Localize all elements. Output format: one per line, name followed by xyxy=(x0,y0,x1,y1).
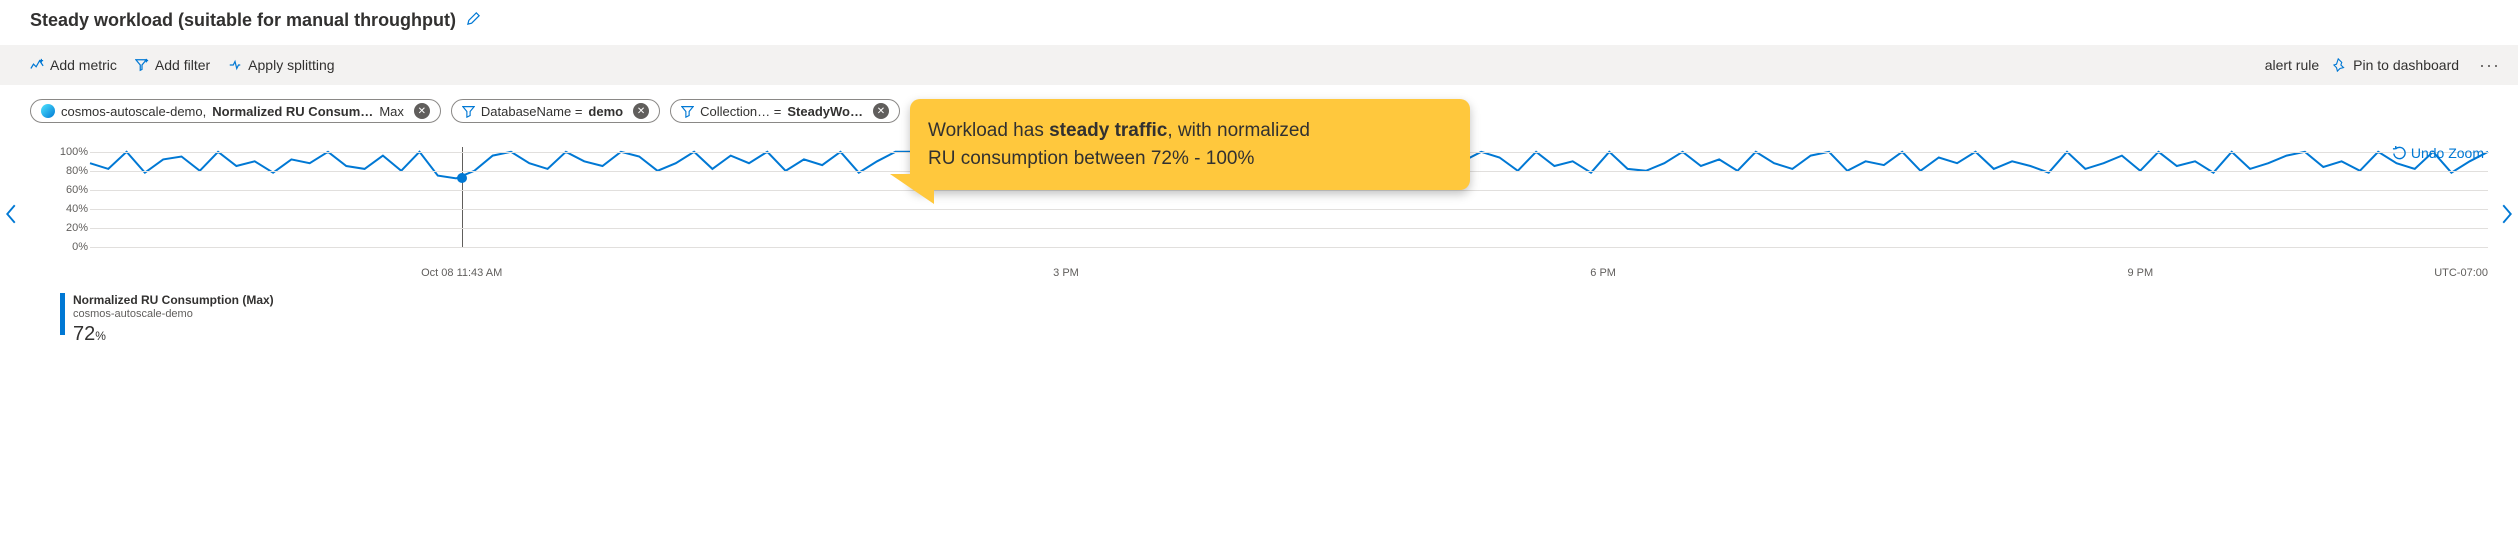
page-title: Steady workload (suitable for manual thr… xyxy=(30,10,456,31)
y-tick-label: 80% xyxy=(56,165,88,177)
cosmos-icon xyxy=(41,104,55,118)
chart-legend[interactable]: Normalized RU Consumption (Max) cosmos-a… xyxy=(60,293,2488,347)
legend-current-value: 72 xyxy=(73,323,95,345)
gridline xyxy=(90,247,2488,248)
filter1-key: DatabaseName = xyxy=(481,104,583,119)
y-tick-label: 100% xyxy=(56,146,88,158)
metric-agg: Max xyxy=(379,104,404,119)
legend-metric-name: Normalized RU Consumption (Max) xyxy=(73,293,274,308)
metric-resource: cosmos-autoscale-demo, xyxy=(61,104,206,119)
callout-text-1c: , with normalized xyxy=(1167,120,1310,141)
legend-unit: % xyxy=(95,329,106,343)
metric-pill[interactable]: cosmos-autoscale-demo, Normalized RU Con… xyxy=(30,99,441,123)
legend-color-swatch xyxy=(60,293,65,335)
callout-text-2: RU consumption between 72% - 100% xyxy=(928,145,1446,173)
callout-text-1b: steady traffic xyxy=(1049,120,1167,141)
add-filter-label: Add filter xyxy=(155,57,210,73)
x-axis: UTC-07:00 Oct 08 11:43 AM 3 PM 6 PM 9 PM xyxy=(90,267,2488,287)
more-icon[interactable]: ··· xyxy=(2473,55,2506,76)
close-icon[interactable]: ✕ xyxy=(414,103,430,119)
filter1-val: demo xyxy=(588,104,623,119)
y-tick-label: 0% xyxy=(56,241,88,253)
pin-dashboard-button[interactable]: Pin to dashboard xyxy=(2333,57,2459,73)
timezone-label: UTC-07:00 xyxy=(2434,267,2488,279)
edit-icon[interactable] xyxy=(466,10,481,31)
cursor-line xyxy=(462,147,463,247)
cursor-marker xyxy=(457,173,467,183)
add-metric-label: Add metric xyxy=(50,57,117,73)
alert-rule-label: alert rule xyxy=(2265,57,2319,73)
y-tick-label: 60% xyxy=(56,184,88,196)
x-tick-label: Oct 08 11:43 AM xyxy=(421,267,502,279)
prev-chart-button[interactable] xyxy=(4,204,18,230)
filter2-val: SteadyWo… xyxy=(787,104,863,119)
y-tick-label: 20% xyxy=(56,222,88,234)
gridline xyxy=(90,228,2488,229)
legend-resource-name: cosmos-autoscale-demo xyxy=(73,308,274,322)
next-chart-button[interactable] xyxy=(2500,204,2514,230)
chart-area: Undo Zoom Workload has steady traffic, w… xyxy=(30,147,2488,287)
x-tick-label: 9 PM xyxy=(2127,267,2153,279)
filter2-key: Collection… = xyxy=(700,104,781,119)
chart-toolbar: Add metric Add filter Apply splitting al… xyxy=(0,45,2518,85)
apply-splitting-button[interactable]: Apply splitting xyxy=(228,57,334,73)
filter-pill-database[interactable]: DatabaseName = demo ✕ xyxy=(451,99,660,123)
apply-split-label: Apply splitting xyxy=(248,57,334,73)
callout-text-1a: Workload has xyxy=(928,120,1049,141)
alert-rule-button[interactable]: alert rule xyxy=(2265,57,2319,73)
close-icon[interactable]: ✕ xyxy=(633,103,649,119)
gridline xyxy=(90,209,2488,210)
add-filter-button[interactable]: Add filter xyxy=(135,57,210,73)
annotation-callout: Workload has steady traffic, with normal… xyxy=(910,99,1470,190)
undo-zoom-label: Undo Zoom xyxy=(2411,145,2484,161)
x-tick-label: 6 PM xyxy=(1590,267,1616,279)
metric-name: Normalized RU Consum… xyxy=(212,104,373,119)
y-tick-label: 40% xyxy=(56,203,88,215)
close-icon[interactable]: ✕ xyxy=(873,103,889,119)
undo-zoom-button[interactable]: Undo Zoom xyxy=(2392,145,2484,161)
filter-pill-collection[interactable]: Collection… = SteadyWo… ✕ xyxy=(670,99,900,123)
add-metric-button[interactable]: Add metric xyxy=(30,57,117,73)
pin-dash-label: Pin to dashboard xyxy=(2353,57,2459,73)
x-tick-label: 3 PM xyxy=(1053,267,1079,279)
